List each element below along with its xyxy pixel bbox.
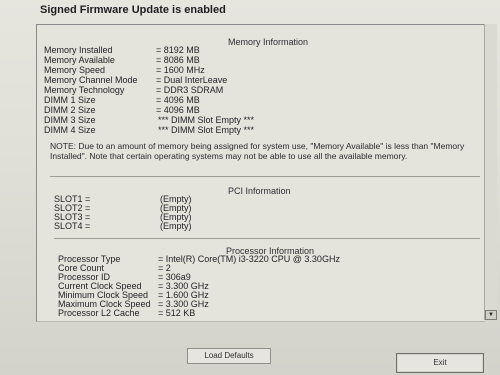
memory-note: NOTE: Due to an amount of memory being a… xyxy=(50,141,465,161)
load-defaults-button[interactable]: Load Defaults xyxy=(187,348,271,364)
memory-row-value: = Dual InterLeave xyxy=(156,75,228,85)
memory-row-value: = 4096 MB xyxy=(156,95,200,105)
memory-row-value: *** DIMM Slot Empty *** xyxy=(158,115,255,125)
memory-row-label: DIMM 3 Size xyxy=(44,115,96,125)
pci-slot-value: (Empty) xyxy=(160,221,192,231)
memory-information-title: Memory Information xyxy=(228,37,309,47)
section-divider xyxy=(50,176,480,177)
memory-row-label: DIMM 4 Size xyxy=(44,125,96,135)
exit-button[interactable]: Exit xyxy=(396,353,484,373)
memory-row-label: Memory Speed xyxy=(44,65,106,75)
scroll-down-arrow-icon[interactable]: ▼ xyxy=(485,310,497,320)
memory-row-value: = 8192 MB xyxy=(156,45,200,55)
memory-row-value: *** DIMM Slot Empty *** xyxy=(158,125,255,135)
memory-row-value: = 1600 MHz xyxy=(156,65,205,75)
memory-row-label: Memory Installed xyxy=(44,45,113,55)
memory-row-value: = DDR3 SDRAM xyxy=(156,85,224,95)
memory-row-label: Memory Channel Mode xyxy=(44,75,138,85)
memory-row-label: Memory Available xyxy=(44,55,115,65)
firmware-update-message: Signed Firmware Update is enabled xyxy=(40,4,226,16)
processor-row-label: Processor L2 Cache xyxy=(58,308,140,318)
section-divider xyxy=(54,238,480,239)
bios-screen: Signed Firmware Update is enabled Memory… xyxy=(0,0,500,375)
processor-row-value: = 512 KB xyxy=(158,308,196,318)
memory-row-value: = 8086 MB xyxy=(156,55,200,65)
memory-row-label: DIMM 1 Size xyxy=(44,95,96,105)
vertical-scrollbar[interactable]: ▼ xyxy=(484,24,497,320)
memory-row-value: = 4096 MB xyxy=(156,105,200,115)
pci-slot-label: SLOT4 = xyxy=(54,221,91,231)
memory-row-label: DIMM 2 Size xyxy=(44,105,96,115)
processor-row-value: = Intel(R) Core(TM) i3-3220 CPU @ 3.30GH… xyxy=(158,254,340,264)
memory-row-label: Memory Technology xyxy=(44,85,125,95)
pci-information-title: PCI Information xyxy=(228,186,291,196)
